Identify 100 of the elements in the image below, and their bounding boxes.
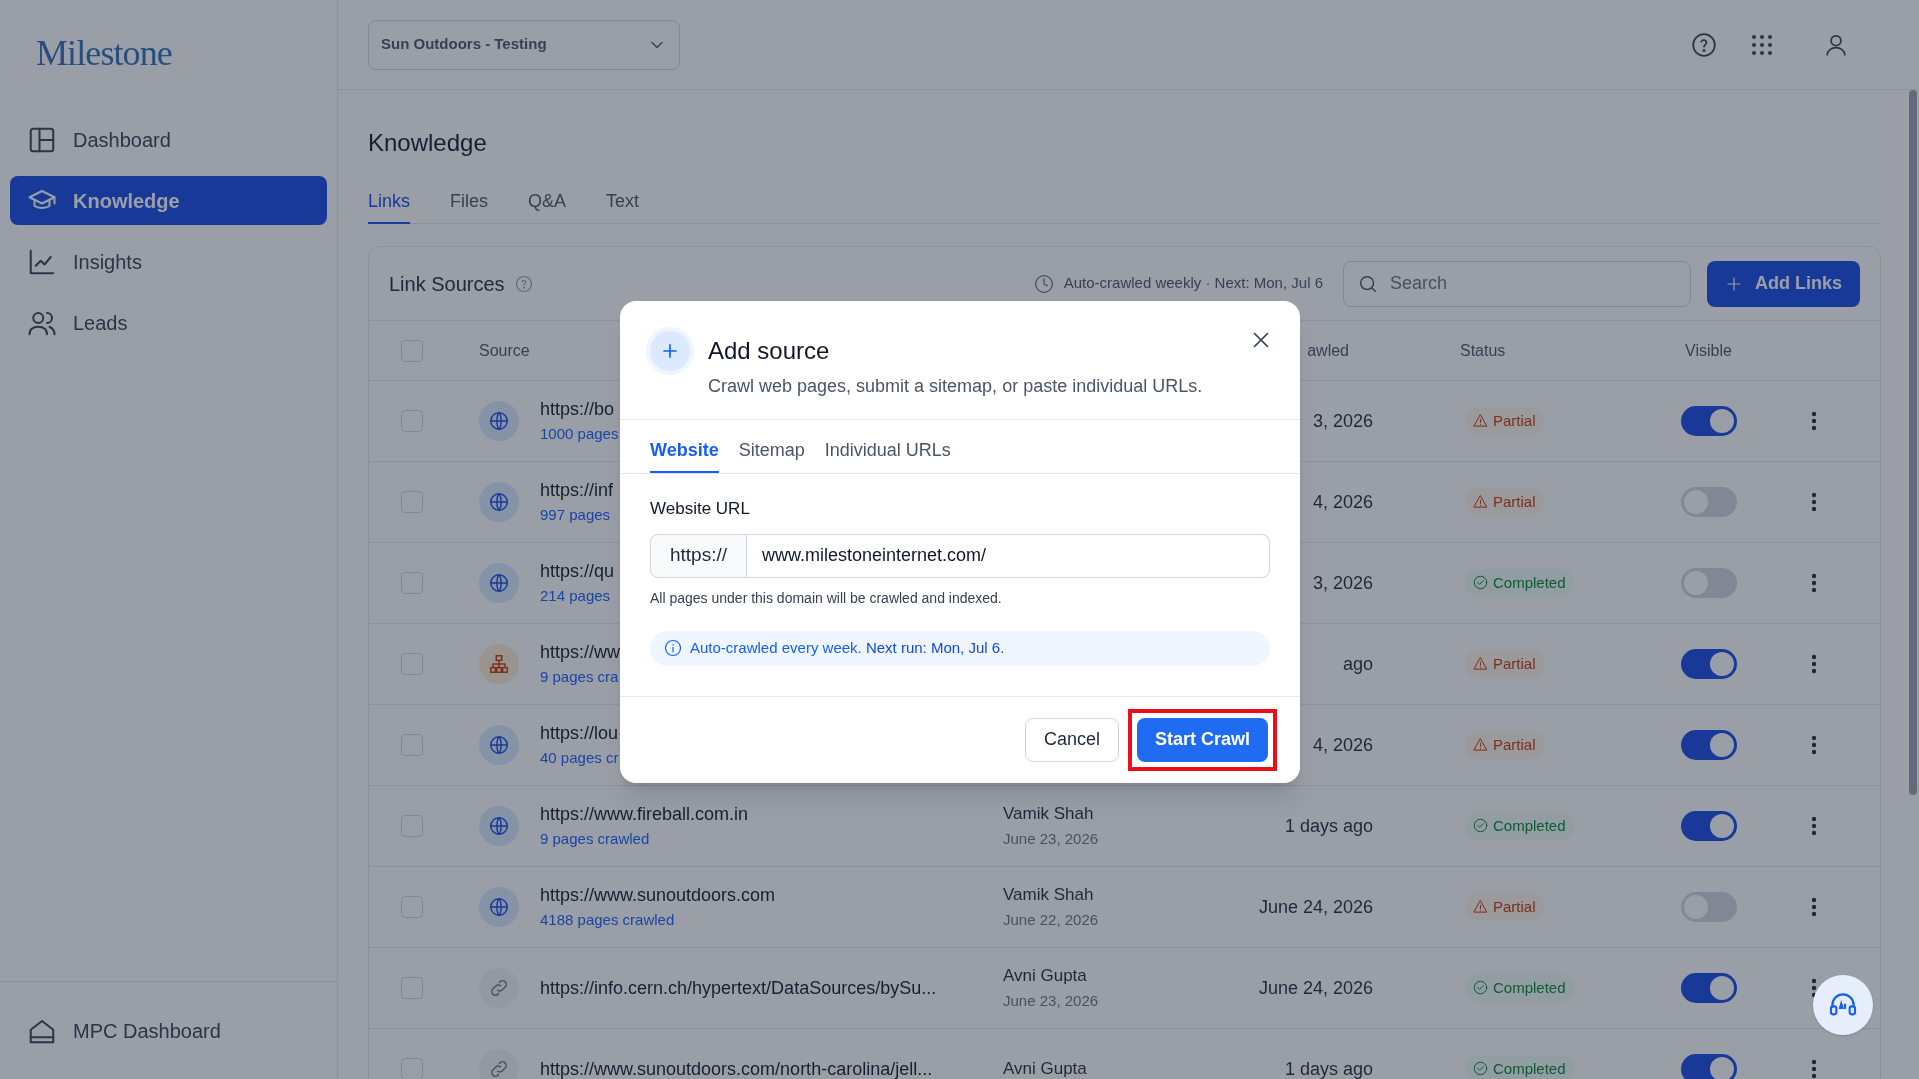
crawled-date: ago <box>1342 653 1373 674</box>
checkbox[interactable] <box>401 410 423 432</box>
start-crawl-button[interactable]: Start Crawl <box>1136 717 1268 762</box>
checkbox[interactable] <box>401 815 423 837</box>
scrollbar[interactable] <box>1909 90 1917 795</box>
globe-icon <box>479 482 519 522</box>
more-icon[interactable] <box>1811 1059 1817 1079</box>
more-icon[interactable] <box>1811 654 1817 674</box>
workspace-select[interactable]: Sun Outdoors - Testing <box>368 19 680 70</box>
page-title: Knowledge <box>368 128 488 158</box>
more-icon[interactable] <box>1811 411 1817 431</box>
source-url[interactable]: https://www.sunoutdoors.com <box>540 883 776 907</box>
tab[interactable]: Text <box>606 178 640 224</box>
visibility-toggle[interactable] <box>1681 1054 1737 1079</box>
source-url[interactable]: https://bo <box>540 397 619 421</box>
add-links-button[interactable]: Add Links <box>1707 260 1860 307</box>
plus-icon <box>650 331 690 371</box>
more-icon[interactable] <box>1811 573 1817 593</box>
visibility-toggle[interactable] <box>1681 811 1737 841</box>
status-badge: Completed <box>1465 568 1574 597</box>
check-circle-icon <box>1473 1061 1488 1077</box>
checkbox[interactable] <box>401 977 423 999</box>
warning-icon <box>1473 737 1488 753</box>
checkbox[interactable] <box>401 734 423 756</box>
checkbox[interactable] <box>401 491 423 513</box>
hint-text: All pages under this domain will be crawled and indexed. <box>650 588 1003 608</box>
tab[interactable]: Links <box>368 178 411 224</box>
visibility-toggle[interactable] <box>1681 406 1737 436</box>
added-by: Avni Gupta <box>1003 965 1088 987</box>
url-field[interactable]: www.milestoneinternet.com/ <box>747 533 1270 578</box>
nav-item[interactable]: Knowledge <box>10 176 327 225</box>
globe-icon <box>479 401 519 441</box>
visibility-toggle[interactable] <box>1681 892 1737 922</box>
pages-count: 1000 pages <box>540 425 619 445</box>
checkbox[interactable] <box>401 653 423 675</box>
crawled-date: 4, 2026 <box>1312 734 1373 755</box>
cancel-button[interactable]: Cancel <box>1024 717 1119 762</box>
schedule-text: Auto-crawled weekly · Next: Mon, Jul 6 <box>1063 273 1323 294</box>
warning-icon <box>1473 413 1488 429</box>
more-icon[interactable] <box>1811 897 1817 917</box>
checkbox[interactable] <box>401 896 423 918</box>
visibility-toggle[interactable] <box>1681 649 1737 679</box>
checkbox[interactable] <box>401 572 423 594</box>
crawled-date: 1 days ago <box>1284 815 1373 836</box>
link-icon <box>479 968 519 1008</box>
tab[interactable]: Sitemap <box>738 420 805 473</box>
more-icon[interactable] <box>1811 816 1817 836</box>
check-circle-icon <box>1473 575 1488 591</box>
source-url[interactable]: https://qu <box>540 559 615 583</box>
pages-count: 997 pages <box>540 506 612 526</box>
source-url[interactable]: https://lou <box>540 721 619 745</box>
source-url[interactable]: https://www.fireball.com.in <box>540 802 749 826</box>
source-url[interactable]: https://info.cern.ch/hypertext/DataSources/bySu... <box>540 976 937 1000</box>
visibility-toggle[interactable] <box>1681 487 1737 517</box>
field-label: Website URL <box>650 498 751 520</box>
crawled-date: 1 days ago <box>1284 1058 1373 1079</box>
source-url[interactable]: https://www.sunoutdoors.com/north-carolina/jell... <box>540 1057 933 1079</box>
more-icon[interactable] <box>1811 978 1817 998</box>
added-by: Vamik Shah <box>1003 884 1095 906</box>
check-circle-icon <box>1473 818 1488 834</box>
help-icon[interactable] <box>1691 31 1717 58</box>
info-text: Auto-crawled every week. Next run: Mon, Jul 6. <box>690 637 1005 658</box>
more-icon[interactable] <box>1811 735 1817 755</box>
added-date: June 23, 2026 <box>1003 992 1100 1011</box>
column-header: Source <box>479 341 530 359</box>
status-badge: Partial <box>1465 730 1544 759</box>
help-icon[interactable] <box>514 274 533 293</box>
more-icon[interactable] <box>1811 492 1817 512</box>
visibility-toggle[interactable] <box>1681 973 1737 1003</box>
column-header: awled <box>1307 341 1349 359</box>
globe-icon <box>479 563 519 603</box>
checkbox[interactable] <box>401 339 423 362</box>
status-badge: Completed <box>1465 973 1574 1002</box>
tab[interactable]: Website <box>650 420 719 473</box>
globe-icon <box>479 725 519 765</box>
added-by: Vamik Shah <box>1003 803 1095 825</box>
link-icon <box>479 1049 519 1079</box>
crawled-date: 3, 2026 <box>1312 410 1373 431</box>
tab[interactable]: Files <box>450 178 489 224</box>
assistant-button[interactable] <box>1813 975 1873 1035</box>
source-url[interactable]: https://inf <box>540 478 614 502</box>
search-field[interactable]: Search <box>1343 260 1691 307</box>
crawled-date: June 24, 2026 <box>1258 977 1373 998</box>
dialog-subtitle: Crawl web pages, submit a sitemap, or paste individual URLs. <box>708 375 1203 398</box>
visibility-toggle[interactable] <box>1681 730 1737 760</box>
source-url[interactable]: https://ww <box>540 640 621 664</box>
apps-icon[interactable] <box>1751 33 1773 56</box>
checkbox[interactable] <box>401 1058 423 1079</box>
nav-item[interactable]: MPC Dashboard <box>0 981 337 1079</box>
status-badge: Partial <box>1465 406 1544 435</box>
tab[interactable]: Individual URLs <box>824 420 951 473</box>
card-title: Link Sources <box>389 271 505 297</box>
visibility-toggle[interactable] <box>1681 568 1737 598</box>
nav-item[interactable]: Leads <box>10 298 327 347</box>
nav-item[interactable]: Dashboard <box>10 115 327 164</box>
nav-item[interactable]: Insights <box>10 237 327 286</box>
tab[interactable]: Q&A <box>528 178 567 224</box>
crawled-date: June 24, 2026 <box>1258 896 1373 917</box>
dialog-title: Add source <box>708 336 831 366</box>
added-date: June 23, 2026 <box>1003 830 1100 849</box>
